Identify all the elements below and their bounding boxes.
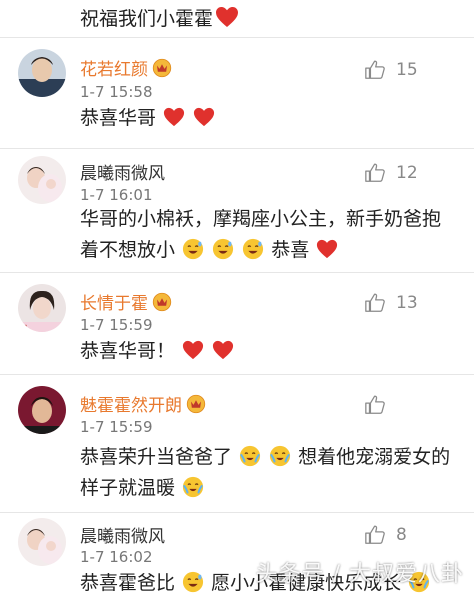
comment-item: 花若红颜 1-7 15:58 15 恭喜华哥 (0, 37, 474, 148)
username[interactable]: 长情于霍 (80, 289, 172, 314)
avatar[interactable] (18, 156, 66, 204)
avatar[interactable] (18, 386, 66, 434)
thumbs-up-icon[interactable] (364, 292, 386, 314)
comment-time: 1-7 16:01 (80, 186, 153, 204)
comment-line: 样子就温暖 (80, 473, 460, 504)
thumbs-up-icon[interactable] (364, 524, 386, 546)
watermark: 头条号 / 大叔爱八卦 (255, 562, 464, 587)
comment-time: 1-7 15:59 (80, 418, 153, 436)
heart-icon (163, 106, 185, 128)
crying-laugh-emoji (269, 445, 291, 467)
top-comment-label: 祝福我们小霍霍 (80, 7, 214, 30)
top-comment-text: 祝福我们小霍霍 (80, 4, 240, 30)
comment-item: 魅霍霍然开朗 1-7 15:59 恭喜荣升当爸爸了 想着他宠溺爱女的 样子就温暖 (0, 374, 474, 512)
comment-body: 恭喜华哥！ (80, 336, 460, 367)
avatar[interactable] (18, 518, 66, 566)
comment-item: 晨曦雨微风 1-7 16:01 12 华哥的小棉袄，摩羯座小公主，新手奶爸抱 着… (0, 148, 474, 272)
like-count: 8 (396, 525, 407, 545)
vip-badge-icon (186, 394, 206, 414)
username-text[interactable]: 晨曦雨微风 (80, 522, 165, 547)
like-count: 12 (396, 163, 418, 183)
vip-badge-icon (152, 292, 172, 312)
comment-body: 恭喜荣升当爸爸了 想着他宠溺爱女的 样子就温暖 (80, 442, 460, 504)
username-text[interactable]: 魅霍霍然开朗 (80, 391, 182, 416)
comment-text: 恭喜华哥 (80, 107, 157, 129)
comment-text: 恭喜霍爸比 (80, 572, 176, 594)
crying-laugh-emoji (182, 476, 204, 498)
comment-text: 想着他宠溺爱女的 (298, 446, 451, 468)
comment-text: 恭喜 (271, 239, 310, 261)
heart-icon (215, 6, 239, 28)
comment-body: 恭喜华哥 (80, 103, 460, 134)
sweat-laugh-emoji (242, 238, 264, 260)
comment-text: 样子就温暖 (80, 477, 176, 499)
comment-line: 华哥的小棉袄，摩羯座小公主，新手奶爸抱 (80, 208, 442, 230)
username[interactable]: 晨曦雨微风 (80, 522, 165, 547)
like-count: 15 (396, 60, 418, 80)
like-count: 13 (396, 293, 418, 313)
heart-icon (182, 339, 204, 361)
sweat-laugh-emoji (182, 238, 204, 260)
username-text[interactable]: 晨曦雨微风 (80, 159, 165, 184)
like-button[interactable]: 12 (364, 162, 474, 184)
heart-icon (193, 106, 215, 128)
crying-laugh-emoji (239, 445, 261, 467)
thumbs-up-icon[interactable] (364, 162, 386, 184)
svg-text:♥: ♥ (22, 324, 27, 331)
vip-badge-icon (152, 58, 172, 78)
comment-body: 华哥的小棉袄，摩羯座小公主，新手奶爸抱 着不想放小 恭喜 (80, 204, 460, 266)
username[interactable]: 魅霍霍然开朗 (80, 391, 206, 416)
comment-text: 恭喜荣升当爸爸了 (80, 446, 233, 468)
comment-line: 着不想放小 恭喜 (80, 235, 460, 266)
thumbs-up-icon[interactable] (364, 394, 386, 416)
username-text[interactable]: 花若红颜 (80, 55, 148, 80)
comment-text: 恭喜华哥！ (80, 340, 176, 362)
like-button[interactable]: 8 (364, 524, 474, 546)
username[interactable]: 晨曦雨微风 (80, 159, 165, 184)
heart-icon (316, 238, 338, 260)
sweat-laugh-emoji (212, 238, 234, 260)
username[interactable]: 花若红颜 (80, 55, 172, 80)
thumbs-up-icon[interactable] (364, 59, 386, 81)
avatar[interactable]: ♥ (18, 284, 66, 332)
sweat-laugh-emoji (182, 571, 204, 593)
comment-line: 恭喜荣升当爸爸了 想着他宠溺爱女的 (80, 442, 460, 473)
comment-text: 着不想放小 (80, 239, 176, 261)
like-button[interactable] (364, 394, 474, 416)
comment-time: 1-7 15:58 (80, 83, 153, 101)
comment-time: 1-7 15:59 (80, 316, 153, 334)
like-button[interactable]: 13 (364, 292, 474, 314)
heart-icon (212, 339, 234, 361)
like-button[interactable]: 15 (364, 59, 474, 81)
comment-item: ♥ 长情于霍 1-7 15:59 13 恭喜华哥！ (0, 272, 474, 374)
comment-time: 1-7 16:02 (80, 548, 153, 566)
username-text[interactable]: 长情于霍 (80, 289, 148, 314)
avatar[interactable] (18, 49, 66, 97)
